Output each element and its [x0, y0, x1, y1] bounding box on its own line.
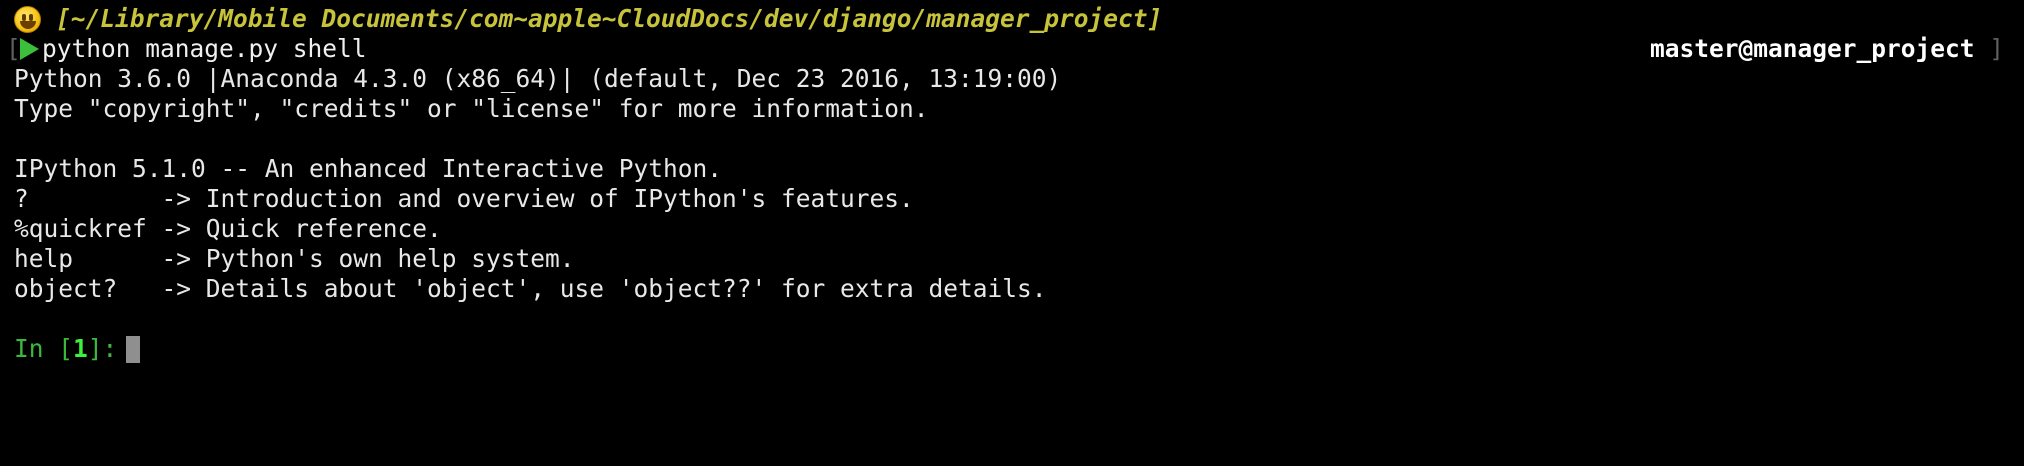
git-branch-prompt: master@manager_project ] — [1650, 34, 2004, 64]
branch-label: master@manager_project — [1649, 34, 1975, 63]
play-triangle-icon — [20, 38, 39, 60]
output-line: object? -> Details about 'object', use '… — [14, 274, 1047, 303]
right-prompt-bracket: ] — [1989, 34, 2004, 63]
terminal-window[interactable]: [~/Library/Mobile Documents/com~apple~Cl… — [0, 0, 2024, 466]
output-line: Python 3.6.0 |Anaconda 4.3.0 (x86_64)| (… — [14, 64, 1062, 93]
grinning-face-icon — [14, 6, 41, 33]
prompt-bracket: [ — [6, 34, 21, 63]
output-line: Type "copyright", "credits" or "license"… — [14, 94, 929, 123]
output-line: help -> Python's own help system. — [14, 244, 575, 273]
output-line: ? -> Introduction and overview of IPytho… — [14, 184, 914, 213]
in-prompt-prefix: In [ — [14, 334, 74, 363]
output-line: IPython 5.1.0 -- An enhanced Interactive… — [14, 154, 723, 183]
previous-output-fragment — [60, 0, 150, 2]
ipython-input-prompt: In [1]: — [14, 334, 132, 364]
output-line: %quickref -> Quick reference. — [14, 214, 442, 243]
block-cursor[interactable] — [126, 336, 140, 363]
command-line: python manage.py shell — [42, 34, 367, 63]
in-prompt-number: 1 — [73, 334, 88, 363]
current-path: [~/Library/Mobile Documents/com~apple~Cl… — [56, 4, 1163, 33]
